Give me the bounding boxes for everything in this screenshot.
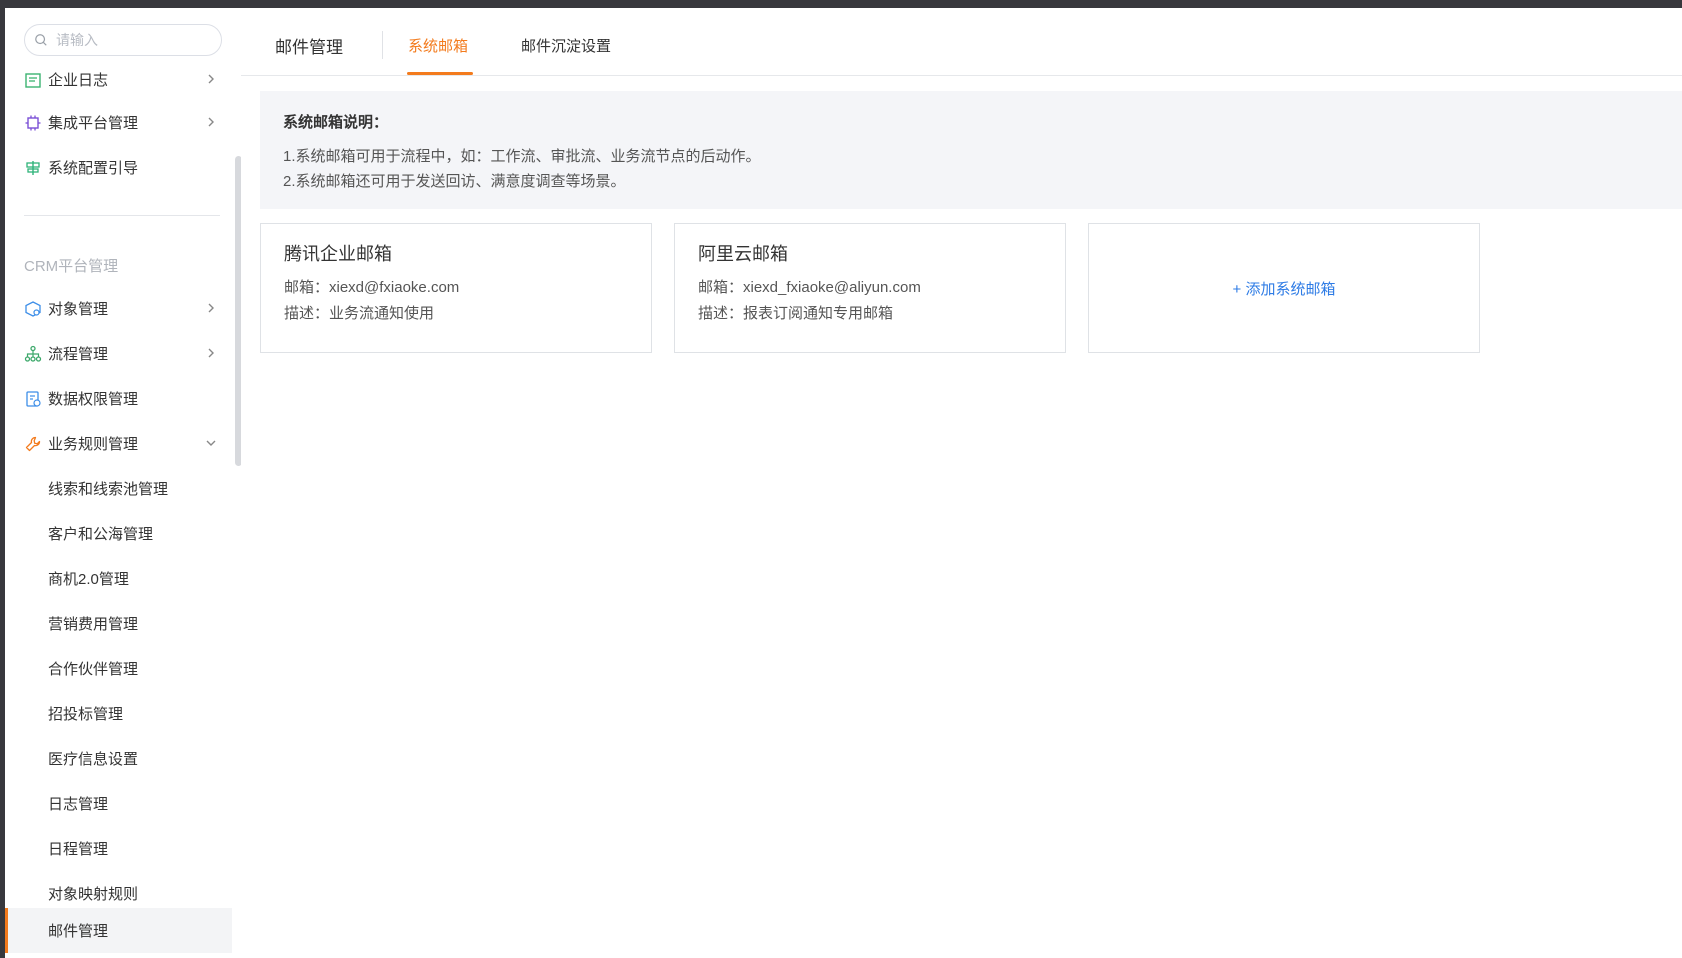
sidebar-item-label: 日志管理: [48, 796, 109, 813]
sidebar-item-business-rules[interactable]: 业务规则管理: [5, 421, 232, 466]
notice-title: 系统邮箱说明：: [283, 114, 389, 131]
sidebar-group-label: CRM平台管理: [24, 258, 119, 275]
sidebar-item-label: 数据权限管理: [48, 391, 139, 408]
chip-icon: [23, 113, 43, 133]
chevron-right-icon: [208, 348, 214, 358]
data-permission-icon: [23, 389, 43, 409]
mailbox-name: 腾讯企业邮箱: [284, 244, 392, 264]
sidebar-subitem[interactable]: 线索和线索池管理: [5, 466, 232, 511]
sidebar-item-config-guide[interactable]: 系统配置引导: [5, 145, 232, 190]
sidebar-item-label: 业务规则管理: [48, 436, 139, 453]
sidebar-subitem[interactable]: 营销费用管理: [5, 601, 232, 646]
mailbox-card[interactable]: 阿里云邮箱 邮箱：xiexd_fxiaoke@aliyun.com 描述：报表订…: [674, 223, 1066, 353]
main-content: 邮件管理 系统邮箱 邮件沉淀设置 系统邮箱说明： 1.系统邮箱可用于流程中，如：…: [241, 8, 1682, 958]
chevron-down-icon: [206, 440, 216, 446]
mailbox-email: 邮箱：xiexd_fxiaoke@aliyun.com: [698, 279, 921, 296]
chevron-right-icon: [208, 117, 214, 127]
sidebar-item-label: 邮件管理: [48, 923, 109, 940]
system-mailbox-notice: 系统邮箱说明： 1.系统邮箱可用于流程中，如：工作流、审批流、业务流节点的后动作…: [260, 91, 1682, 209]
active-tab-indicator: [407, 72, 473, 75]
add-mailbox-button[interactable]: + 添加系统邮箱: [1233, 278, 1336, 299]
sidebar-subitem[interactable]: 招投标管理: [5, 691, 232, 736]
sidebar-subitem[interactable]: 合作伙伴管理: [5, 646, 232, 691]
sidebar-item-label: 线索和线索池管理: [48, 481, 169, 498]
sidebar-divider: [24, 215, 220, 216]
sidebar-subitem-active[interactable]: 邮件管理: [5, 908, 232, 953]
mailbox-email: 邮箱：xiexd@fxiaoke.com: [284, 279, 460, 296]
mailbox-description: 描述：业务流通知使用: [284, 305, 435, 322]
sidebar-item-flow-management[interactable]: 流程管理: [5, 331, 232, 376]
sidebar-item-label: 医疗信息设置: [48, 751, 139, 768]
wrench-icon: [23, 434, 43, 454]
tab-mail-archive-settings[interactable]: 邮件沉淀设置: [521, 35, 611, 56]
sidebar-item-data-permission[interactable]: 数据权限管理: [5, 376, 232, 421]
chevron-right-icon: [208, 303, 214, 313]
sidebar-item-enterprise-log[interactable]: 企业日志: [5, 57, 232, 102]
sidebar: 企业日志 集成平台管理 系统配置引导 CRM平台管理 对象管理 流程管理 数: [5, 8, 241, 958]
mailbox-description: 描述：报表订阅通知专用邮箱: [698, 305, 894, 322]
add-mailbox-card[interactable]: + 添加系统邮箱: [1088, 223, 1480, 353]
sidebar-item-integration[interactable]: 集成平台管理: [5, 100, 232, 145]
sidebar-item-label: 招投标管理: [48, 706, 124, 723]
tab-bar: 邮件管理 系统邮箱 邮件沉淀设置: [241, 8, 1682, 76]
mailbox-card[interactable]: 腾讯企业邮箱 邮箱：xiexd@fxiaoke.com 描述：业务流通知使用: [260, 223, 652, 353]
mailbox-name: 阿里云邮箱: [698, 244, 788, 264]
sidebar-item-label: 对象映射规则: [48, 886, 139, 903]
sidebar-search[interactable]: [24, 24, 222, 56]
tab-mail-management[interactable]: 邮件管理: [275, 33, 343, 58]
sidebar-subitem[interactable]: 日志管理: [5, 781, 232, 826]
sidebar-item-label: 合作伙伴管理: [48, 661, 139, 678]
chevron-right-icon: [208, 74, 214, 84]
flow-icon: [23, 344, 43, 364]
sidebar-subitem[interactable]: 客户和公海管理: [5, 511, 232, 556]
sidebar-subitem[interactable]: 医疗信息设置: [5, 736, 232, 781]
search-icon: [35, 34, 47, 46]
sidebar-subitem[interactable]: 商机2.0管理: [5, 556, 232, 601]
sidebar-item-label: 流程管理: [48, 346, 109, 363]
sidebar-item-label: 集成平台管理: [48, 115, 139, 132]
sidebar-item-label: 日程管理: [48, 841, 109, 858]
sidebar-item-label: 企业日志: [48, 72, 109, 89]
tab-system-mailbox[interactable]: 系统邮箱: [408, 35, 468, 56]
sidebar-item-label: 对象管理: [48, 301, 109, 318]
log-icon: [23, 70, 43, 90]
notice-line: 1.系统邮箱可用于流程中，如：工作流、审批流、业务流节点的后动作。: [283, 148, 761, 165]
top-frame-bar: [0, 0, 1682, 8]
notice-line: 2.系统邮箱还可用于发送回访、满意度调查等场景。: [283, 173, 626, 190]
signpost-icon: [23, 158, 43, 178]
sidebar-item-label: 客户和公海管理: [48, 526, 154, 543]
sidebar-item-label: 商机2.0管理: [48, 571, 129, 588]
sidebar-item-object-management[interactable]: 对象管理: [5, 286, 232, 331]
cube-icon: [23, 299, 43, 319]
sidebar-item-label: 营销费用管理: [48, 616, 139, 633]
search-input[interactable]: [56, 32, 206, 48]
tab-separator: [382, 31, 383, 59]
sidebar-item-label: 系统配置引导: [48, 160, 139, 177]
sidebar-subitem[interactable]: 日程管理: [5, 826, 232, 871]
